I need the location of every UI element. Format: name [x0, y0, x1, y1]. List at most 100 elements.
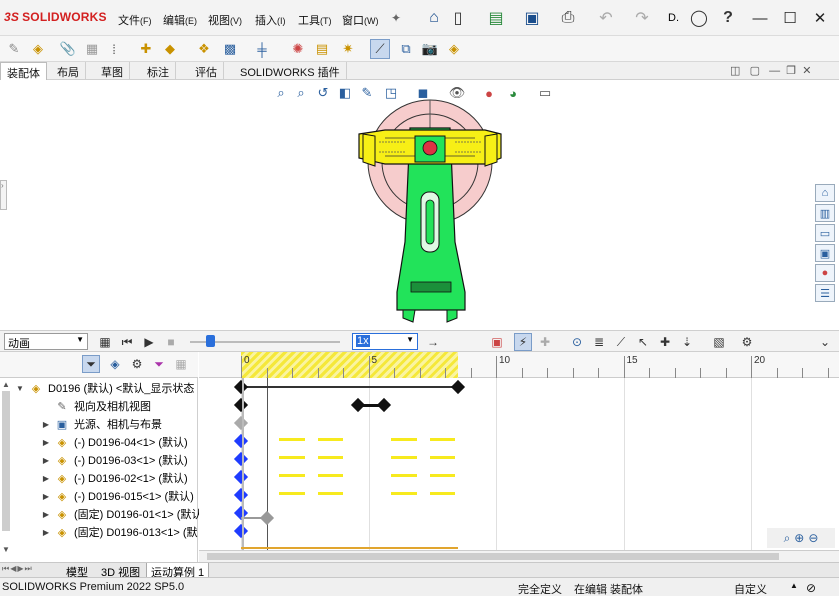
autokey-icon[interactable]: ⚡ [514, 333, 532, 351]
expand-arrow-icon[interactable]: ▶ [40, 438, 52, 447]
custom-properties-icon[interactable]: ☰ [815, 284, 835, 302]
playback-mode-icon[interactable]: → [424, 333, 442, 351]
save-animation-icon[interactable]: ▣ [488, 333, 506, 351]
motion-segment[interactable] [317, 456, 343, 459]
spring-icon[interactable]: ≣ [590, 333, 608, 351]
calculate-icon[interactable]: ▦ [96, 333, 114, 351]
key-point[interactable] [233, 451, 249, 467]
show-hidden-icon[interactable]: ❖ [194, 39, 214, 59]
collapse-arrow-icon[interactable]: ▼ [14, 384, 26, 393]
motion-segment[interactable] [279, 438, 305, 441]
motion-segment[interactable] [391, 474, 417, 477]
play-icon[interactable]: ▶ [140, 333, 158, 351]
force-icon[interactable]: ↖ [634, 333, 652, 351]
timeline-area[interactable]: 0 5 10 15 20 ⌕ ⊕ ⊖ [199, 352, 839, 562]
tree-scrollbar-thumb[interactable] [2, 391, 10, 531]
timeline-ruler[interactable]: 0 5 10 15 20 [199, 352, 839, 378]
doc-close-icon[interactable]: ✕ [802, 65, 811, 77]
expand-arrow-icon[interactable]: ▶ [40, 510, 52, 519]
minimize-button[interactable]: — [746, 6, 774, 30]
previous-view-icon[interactable]: ↺ [314, 84, 332, 102]
motion-segment[interactable] [279, 474, 305, 477]
tab-1[interactable]: 布局 [51, 62, 86, 80]
filter-icon[interactable]: ⏷ [82, 355, 100, 373]
motion-segment[interactable] [429, 492, 456, 495]
scroll-down-icon[interactable]: ▼ [2, 545, 12, 554]
bottom-tab-0[interactable]: 模型 [62, 563, 92, 579]
assembly-features-icon[interactable]: ▩ [220, 39, 240, 59]
zoom-out-timeline-icon[interactable]: ⊖ [808, 531, 818, 545]
bill-of-materials-icon[interactable]: ▤ [312, 39, 332, 59]
home-icon[interactable]: ⌂ [424, 8, 444, 28]
motion-segment[interactable] [317, 438, 343, 441]
timeline-scroll-thumb[interactable] [207, 553, 779, 560]
unit-system[interactable]: 自定义 [734, 581, 767, 596]
menu-item-5[interactable]: 窗口(W) [342, 12, 379, 28]
key-point[interactable] [376, 397, 391, 413]
tab-3[interactable]: 标注 [141, 62, 176, 80]
graphics-area[interactable]: ⌕ ⌕ ↺ ◧ ✎ ◳ ◼ 👁 ● ◕ ▭ › ⌂ ▥ ▭ ▣ ● ☰ [0, 80, 839, 330]
menu-item-0[interactable]: 文件(F) [118, 12, 152, 28]
motion-segment[interactable] [279, 456, 305, 459]
expand-arrow-icon[interactable]: ▶ [40, 474, 52, 483]
appearances-icon[interactable]: ● [815, 264, 835, 282]
new-motion-study-icon[interactable]: ✺ [288, 39, 308, 59]
damper-icon[interactable]: ⟋ [612, 333, 630, 351]
insert-components-icon[interactable]: ◈ [28, 39, 48, 59]
pin-menu-icon[interactable]: ✦ [391, 11, 401, 25]
contact-icon[interactable]: ✚ [656, 333, 674, 351]
motion-segment[interactable] [429, 456, 456, 459]
view-settings-icon[interactable]: ▭ [536, 84, 554, 102]
popout-panel-icon[interactable]: ▢ [750, 65, 760, 77]
expand-arrow-icon[interactable]: ▶ [40, 420, 52, 429]
tree-root-assembly[interactable]: ▼ ◈ D0196 (默认) <默认_显示状态 [14, 379, 212, 397]
results-and-plots-icon[interactable]: ▧ [710, 333, 728, 351]
smart-fasteners-icon[interactable]: ✚ [136, 39, 156, 59]
print-icon[interactable]: ⎙ [558, 8, 578, 28]
restore-panel-icon[interactable]: ◫ [730, 65, 740, 77]
mate-icon[interactable]: 📎 [58, 39, 78, 59]
menu-item-4[interactable]: 工具(T) [298, 12, 332, 28]
open-icon[interactable]: ▤ [486, 8, 506, 28]
feature-manager-flyout-handle[interactable]: › [0, 180, 7, 210]
zoom-to-area-icon[interactable]: ⌕ [292, 84, 310, 102]
exploded-view-icon[interactable]: ✷ [338, 39, 358, 59]
menu-item-3[interactable]: 插入(I) [255, 12, 286, 28]
motion-segment[interactable] [279, 492, 305, 495]
update-speedpak-icon[interactable]: ⧉ [396, 39, 416, 59]
expand-arrow-icon[interactable]: ▶ [40, 492, 52, 501]
key-point[interactable] [233, 487, 249, 503]
motion-segment[interactable] [391, 492, 417, 495]
motion-segment[interactable] [429, 474, 456, 477]
key-point[interactable] [233, 523, 249, 539]
key-point[interactable] [233, 415, 249, 431]
motor-icon[interactable]: ⊙ [568, 333, 586, 351]
motion-segment[interactable] [317, 492, 343, 495]
large-assembly-mode-icon[interactable]: ◈ [444, 39, 464, 59]
add-key-icon[interactable]: ✚ [536, 333, 554, 351]
linear-pattern-icon[interactable]: ⁞ [104, 39, 124, 59]
take-snapshot-icon[interactable]: 📷 [420, 39, 440, 59]
playback-slider-thumb[interactable] [206, 335, 215, 347]
bottom-tab-2[interactable]: 运动算例 1 [146, 563, 210, 579]
tab-4[interactable]: 评估 [189, 62, 224, 80]
menu-item-2[interactable]: 视图(V) [208, 12, 242, 28]
redo-icon[interactable]: ↷ [632, 8, 652, 28]
chevron-up-icon[interactable]: ▲ [790, 581, 798, 590]
tab-0[interactable]: 装配体 [0, 62, 47, 80]
bottom-tab-1[interactable]: 3D 视图 [97, 563, 144, 579]
search-commands-hint[interactable]: D. [668, 12, 679, 24]
scroll-up-icon[interactable]: ▲ [2, 380, 12, 389]
tab-5[interactable]: SOLIDWORKS 插件 [234, 62, 347, 80]
zoom-to-fit-timeline-icon[interactable]: ⌕ [784, 531, 791, 546]
view-palette-icon[interactable]: ▣ [815, 244, 835, 262]
gravity-icon[interactable]: ⇣ [678, 333, 696, 351]
solidworks-logo[interactable]: 3S SOLIDWORKS [4, 10, 107, 24]
doc-minimize-icon[interactable]: — [769, 65, 780, 77]
help-icon[interactable]: ? [718, 8, 738, 28]
doc-restore-icon[interactable]: ❐ [786, 65, 796, 77]
timeline-hscrollbar[interactable] [199, 550, 839, 562]
expand-arrow-icon[interactable]: ▶ [40, 456, 52, 465]
zoom-to-fit-icon[interactable]: ⌕ [272, 84, 290, 102]
collapse-motion-manager-icon[interactable]: ⌄ [816, 333, 834, 351]
